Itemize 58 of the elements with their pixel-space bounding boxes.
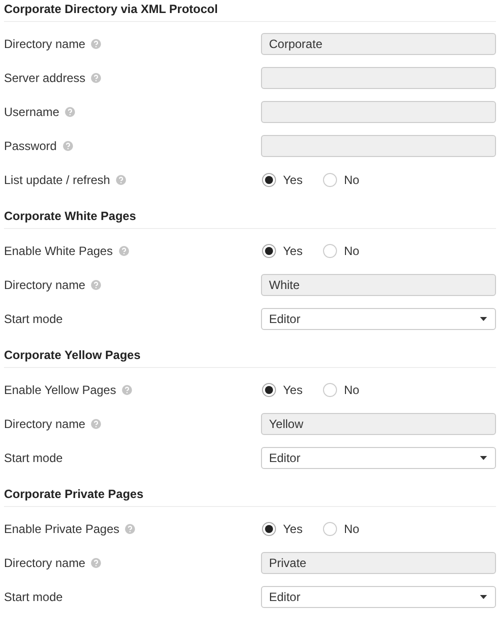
radio-label: Yes (283, 382, 304, 399)
help-icon[interactable] (65, 107, 76, 117)
field-label: Username (4, 104, 60, 121)
field-label: List update / refresh (4, 172, 110, 189)
section-heading: Corporate Directory via XML Protocol (4, 2, 218, 16)
field-label: Start mode (4, 450, 63, 467)
radio-label: Yes (283, 243, 304, 260)
help-icon[interactable] (122, 385, 132, 395)
field-label: Enable Private Pages (4, 521, 120, 538)
radio-button[interactable] (323, 244, 337, 258)
radio-label: No (344, 382, 360, 399)
text-field[interactable]: Yellow (261, 413, 496, 435)
section-heading: Corporate White Pages (4, 209, 136, 223)
field-label: Password (4, 138, 57, 155)
caret-icon (480, 595, 487, 599)
radio-label: No (344, 243, 360, 260)
radio-button[interactable] (262, 173, 276, 187)
section-heading: Corporate Private Pages (4, 487, 144, 501)
field-label: Directory name (4, 555, 86, 572)
field-label: Directory name (4, 416, 86, 433)
radio-button[interactable] (262, 244, 276, 258)
start-mode-dropdown[interactable]: Editor (261, 586, 496, 608)
radio-button[interactable] (323, 522, 337, 536)
radio-button[interactable] (262, 522, 276, 536)
help-icon[interactable] (118, 246, 129, 256)
section-heading: Corporate Yellow Pages (4, 348, 140, 362)
help-icon[interactable] (125, 524, 136, 534)
text-field[interactable] (261, 135, 496, 157)
field-label: Enable White Pages (4, 243, 113, 260)
field-label: Enable Yellow Pages (4, 382, 116, 399)
field-label: Directory name (4, 277, 86, 294)
radio-button[interactable] (323, 173, 337, 187)
text-field[interactable] (261, 101, 496, 123)
help-icon[interactable] (91, 558, 102, 568)
field-label: Start mode (4, 311, 63, 328)
caret-icon (480, 317, 487, 321)
radio-label: No (344, 172, 360, 189)
help-icon[interactable] (91, 39, 102, 49)
help-icon[interactable] (91, 419, 102, 429)
help-icon[interactable] (62, 141, 73, 151)
text-field[interactable]: Corporate (261, 33, 496, 55)
radio-button[interactable] (323, 383, 337, 397)
help-icon[interactable] (91, 73, 102, 83)
text-field[interactable] (261, 67, 496, 89)
help-icon[interactable] (116, 175, 126, 185)
radio-label: Yes (283, 172, 304, 189)
text-field[interactable]: White (261, 274, 496, 296)
radio-label: No (344, 521, 360, 538)
radio-label: Yes (283, 521, 304, 538)
radio-button[interactable] (262, 383, 276, 397)
field-label: Server address (4, 70, 86, 87)
text-field[interactable]: Private (261, 552, 496, 574)
caret-icon (480, 456, 487, 460)
start-mode-dropdown[interactable]: Editor (261, 447, 496, 469)
field-label: Start mode (4, 589, 63, 606)
field-label: Directory name (4, 36, 86, 53)
start-mode-dropdown[interactable]: Editor (261, 308, 496, 330)
help-icon[interactable] (91, 280, 102, 290)
